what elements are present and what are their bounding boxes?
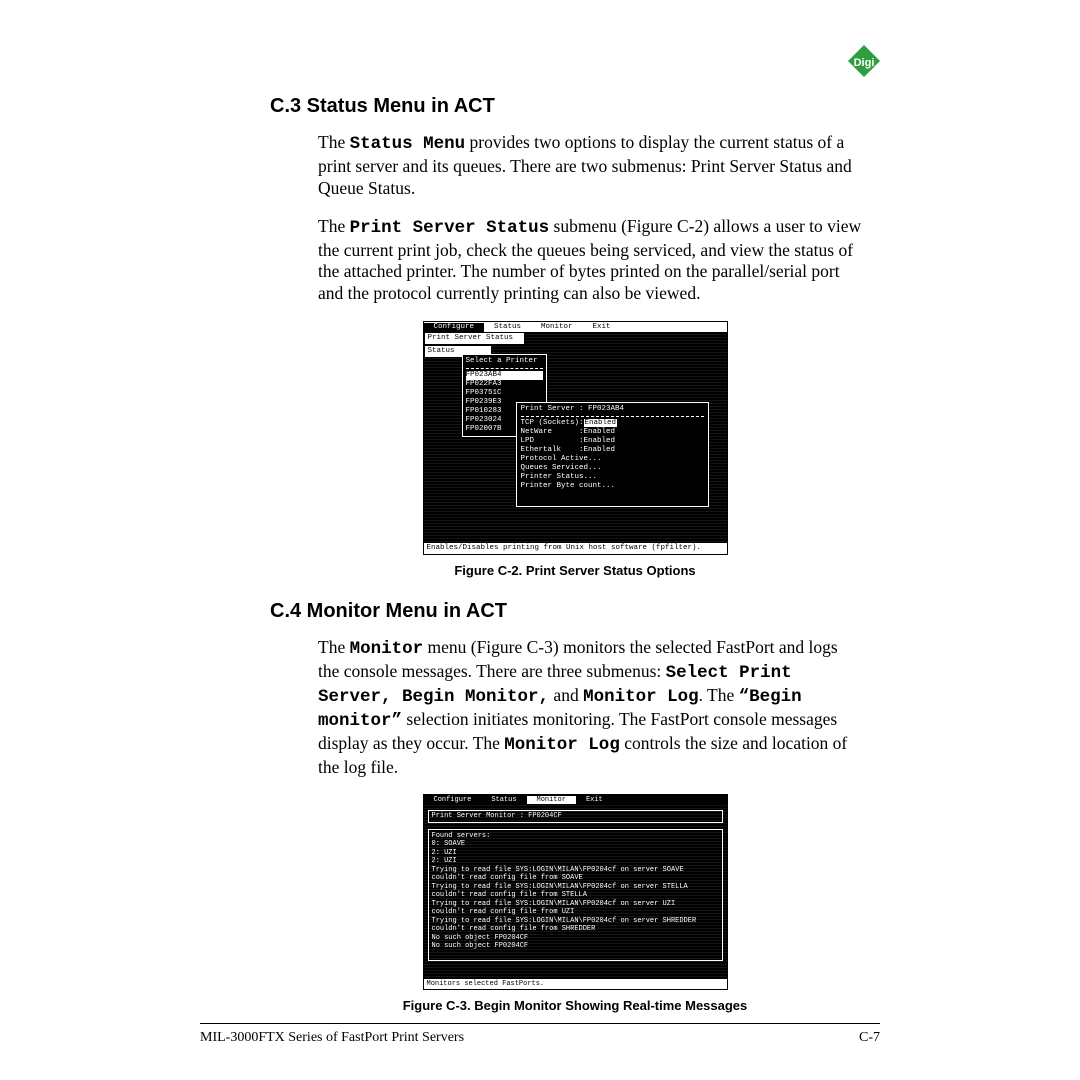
row-ethertalk[interactable]: Ethertalk :Enabled [521, 446, 704, 455]
svg-text:Digi: Digi [854, 57, 875, 69]
figure-c3-terminal: Configure Status Monitor Exit Print Serv… [423, 794, 728, 990]
text: The [318, 216, 350, 236]
text: and [549, 685, 583, 705]
menu-status[interactable]: Status [484, 323, 531, 332]
row-tcp[interactable]: TCP (Sockets):Enabled [521, 419, 704, 428]
printer-option[interactable]: FP022FA3 [466, 380, 543, 389]
menu-configure[interactable]: Configure [424, 796, 482, 805]
menu-monitor[interactable]: Monitor [531, 323, 583, 332]
text: The [318, 637, 350, 657]
text: The [318, 132, 350, 152]
printer-option[interactable]: FP023AB4 [466, 371, 543, 380]
menu-exit[interactable]: Exit [576, 796, 613, 805]
figure-c2-terminal: Configure Status Monitor Exit Print Serv… [423, 321, 728, 555]
monitor-log-term2: Monitor Log [504, 735, 620, 755]
terminal-statusbar: Enables/Disables printing from Unix host… [424, 543, 727, 554]
row-netware[interactable]: NetWare :Enabled [521, 428, 704, 437]
row-protocol-active[interactable]: Protocol Active... [521, 455, 704, 464]
figure-c3-caption: Figure C-3. Begin Monitor Showing Real-t… [270, 998, 880, 1013]
footer-left: MIL-3000FTX Series of FastPort Print Ser… [200, 1030, 464, 1046]
footer-right: C-7 [859, 1030, 880, 1046]
panel-title: Print Server : FP023AB4 [521, 405, 704, 414]
terminal-statusbar: Monitors selected FastPorts. [424, 979, 727, 990]
print-server-status-term: Print Server Status [350, 218, 550, 238]
menu-exit[interactable]: Exit [583, 323, 621, 332]
digi-logo: Digi [848, 45, 880, 82]
row-queues-serviced[interactable]: Queues Serviced... [521, 464, 704, 473]
monitor-log-output: Found servers: 0: SOAVE 2: UZI 2: UZI Tr… [428, 829, 723, 961]
section-c4-heading: C.4 Monitor Menu in ACT [270, 600, 880, 623]
menu-configure[interactable]: Configure [424, 323, 485, 332]
printer-option[interactable]: FP03751C [466, 389, 543, 398]
monitor-term: Monitor [350, 639, 424, 659]
c4-para: The Monitor menu (Figure C-3) monitors t… [318, 637, 863, 778]
monitor-title-box: Print Server Monitor : FP0204CF [428, 810, 723, 823]
menu-monitor[interactable]: Monitor [527, 796, 576, 805]
terminal-menubar: Configure Status Monitor Exit [424, 322, 727, 332]
select-a-printer-label: Select a Printer [466, 357, 543, 366]
row-lpd[interactable]: LPD :Enabled [521, 437, 704, 446]
status-menu-term: Status Menu [350, 134, 466, 154]
footer-rule [200, 1023, 880, 1024]
figure-c2-caption: Figure C-2. Print Server Status Options [270, 563, 880, 578]
row-printer-status[interactable]: Printer Status... [521, 473, 704, 482]
terminal-menubar: Configure Status Monitor Exit [424, 795, 727, 804]
section-c3-heading: C.3 Status Menu in ACT [270, 95, 880, 118]
monitor-log-term: Monitor Log [583, 687, 699, 707]
c3-para1: The Status Menu provides two options to … [318, 132, 863, 200]
row-printer-byte-count[interactable]: Printer Byte count... [521, 482, 704, 491]
print-server-status-panel: Print Server : FP023AB4 TCP (Sockets):En… [516, 402, 709, 507]
submenu-print-server-status[interactable]: Print Server Status [424, 332, 525, 345]
text: . The [699, 685, 739, 705]
menu-status[interactable]: Status [481, 796, 526, 805]
c3-para2: The Print Server Status submenu (Figure … [318, 216, 863, 306]
